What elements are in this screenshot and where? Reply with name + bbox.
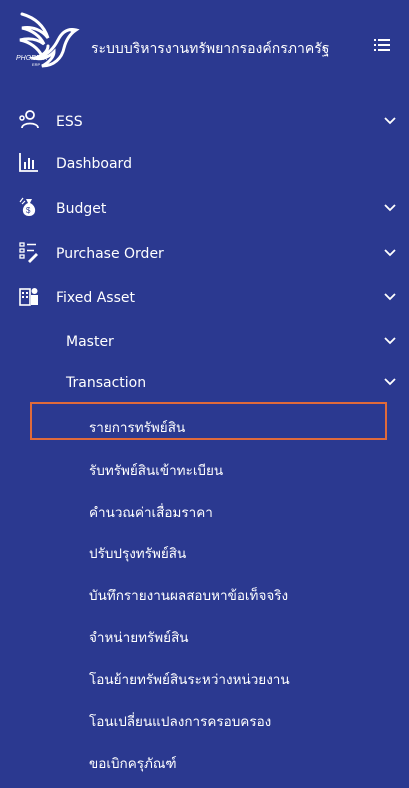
menu-item-possession-change[interactable]: โอนเปลี่ยนแปลงการครอบครอง	[0, 698, 409, 738]
menu-label-equipment-request: ขอเบิกครุภัณฑ์	[89, 756, 177, 772]
menu-item-fact-finding-report[interactable]: บันทึกรายงานผลสอบหาข้อเท็จจริง	[0, 572, 409, 612]
sidebar: PHOENIX ERP ระบบบริหารงานทรัพยากรองค์กรภ…	[0, 0, 409, 788]
menu-label-budget: Budget	[56, 201, 107, 217]
menu-item-asset-transfer[interactable]: โอนย้ายทรัพย์สินระหว่างหน่วยงาน	[0, 656, 409, 696]
menu-item-asset-list[interactable]: รายการทรัพย์สิน	[0, 404, 409, 444]
submenu-item-master[interactable]: Master	[0, 322, 409, 362]
logo-subtext: ERP	[32, 62, 41, 67]
chevron-down-icon	[384, 337, 396, 345]
people-icon	[19, 110, 39, 129]
menu-label-depreciation: คำนวณค่าเสื่อมราคา	[89, 505, 213, 521]
order-list-icon	[19, 242, 38, 263]
submenu-label-transaction: Transaction	[66, 375, 147, 391]
submenu-item-transaction[interactable]: Transaction	[0, 363, 409, 403]
menu-item-fixed-asset[interactable]: Fixed Asset	[0, 278, 409, 318]
chevron-down-icon	[384, 378, 396, 386]
sidebar-header: PHOENIX ERP ระบบบริหารงานทรัพยากรองค์กรภ…	[0, 0, 409, 95]
menu-item-depreciation[interactable]: คำนวณค่าเสื่อมราคา	[0, 489, 409, 529]
menu-item-asset-adjust[interactable]: ปรับปรุงทรัพย์สิน	[0, 530, 409, 570]
menu-item-asset-register[interactable]: รับทรัพย์สินเข้าทะเบียน	[0, 447, 409, 487]
menu-label-fixed-asset: Fixed Asset	[56, 290, 135, 306]
money-bag-icon: $	[19, 197, 36, 216]
menu-label-asset-register: รับทรัพย์สินเข้าทะเบียน	[89, 463, 224, 479]
menu-label-fact-finding-report: บันทึกรายงานผลสอบหาข้อเท็จจริง	[89, 588, 289, 604]
submenu-label-master: Master	[66, 334, 114, 350]
chevron-down-icon	[384, 117, 396, 125]
menu-item-budget[interactable]: $ Budget	[0, 189, 409, 229]
hamburger-list-icon[interactable]	[374, 38, 390, 52]
chevron-down-icon	[384, 249, 396, 257]
menu-label-asset-transfer: โอนย้ายทรัพย์สินระหว่างหน่วยงาน	[89, 672, 290, 688]
menu-label-dashboard: Dashboard	[56, 156, 132, 172]
svg-text:$: $	[26, 206, 31, 215]
logo-text: PHOENIX	[16, 55, 48, 62]
chevron-down-icon	[384, 293, 396, 301]
phoenix-logo-icon: PHOENIX ERP	[16, 12, 80, 68]
menu-item-purchase-order[interactable]: Purchase Order	[0, 234, 409, 274]
app-title: ระบบบริหารงานทรัพยากรองค์กรภาครัฐ	[91, 41, 330, 57]
bar-chart-icon	[19, 153, 38, 172]
menu-label-ess: ESS	[56, 114, 83, 130]
menu-label-asset-disposal: จำหน่ายทรัพย์สิน	[89, 630, 189, 646]
chevron-down-icon	[384, 204, 396, 212]
menu-label-asset-list: รายการทรัพย์สิน	[89, 420, 186, 436]
menu-item-ess[interactable]: ESS	[0, 102, 409, 142]
menu-item-dashboard[interactable]: Dashboard	[0, 144, 409, 184]
menu-label-possession-change: โอนเปลี่ยนแปลงการครอบครอง	[89, 714, 272, 730]
menu-label-asset-adjust: ปรับปรุงทรัพย์สิน	[89, 546, 187, 562]
building-icon	[19, 288, 38, 306]
menu-label-purchase-order: Purchase Order	[56, 246, 164, 262]
menu-item-equipment-request[interactable]: ขอเบิกครุภัณฑ์	[0, 740, 409, 780]
menu-item-asset-disposal[interactable]: จำหน่ายทรัพย์สิน	[0, 614, 409, 654]
